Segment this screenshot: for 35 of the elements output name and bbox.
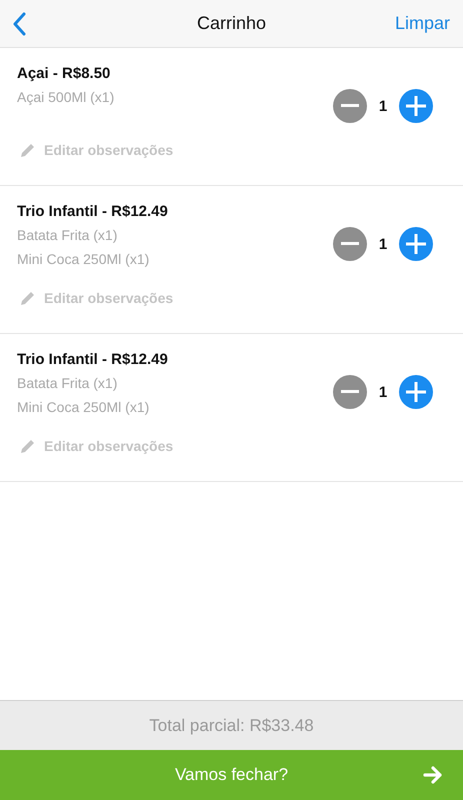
quantity: 1 (378, 98, 388, 114)
plus-icon (406, 96, 426, 116)
quantity: 1 (378, 236, 388, 252)
increase-button[interactable] (399, 89, 433, 123)
item-detail: Mini Coca 250Ml (x1) (17, 250, 150, 269)
decrease-button[interactable] (333, 89, 367, 123)
pencil-icon (20, 142, 36, 158)
edit-notes-button[interactable]: Editar observações (17, 434, 174, 458)
item-detail: Batata Frita (x1) (17, 226, 118, 245)
arrow-right-icon (423, 766, 443, 784)
checkout-button[interactable]: Vamos fechar? (0, 750, 463, 800)
pencil-icon (20, 290, 36, 306)
plus-icon (406, 234, 426, 254)
increase-button[interactable] (399, 375, 433, 409)
plus-icon (406, 382, 426, 402)
minus-icon (341, 104, 359, 108)
item-title: Açai - R$8.50 (17, 64, 112, 84)
item-title: Trio Infantil - R$12.49 (17, 350, 168, 370)
subtotal-text: Total parcial: R$33.48 (149, 716, 314, 736)
quantity: 1 (378, 384, 388, 400)
clear-button[interactable]: Limpar (394, 13, 450, 34)
screen-title: Carrinho (196, 13, 268, 34)
edit-notes-button[interactable]: Editar observações (17, 138, 174, 162)
decrease-button[interactable] (333, 375, 367, 409)
increase-button[interactable] (399, 227, 433, 261)
item-detail: Açai 500Ml (x1) (17, 88, 114, 107)
edit-notes-button[interactable]: Editar observações (17, 286, 174, 310)
item-detail: Mini Coca 250Ml (x1) (17, 398, 150, 417)
chevron-left-icon (12, 12, 26, 36)
item-title: Trio Infantil - R$12.49 (17, 202, 168, 222)
pencil-icon (20, 438, 36, 454)
decrease-button[interactable] (333, 227, 367, 261)
minus-icon (341, 242, 359, 246)
item-detail: Batata Frita (x1) (17, 374, 118, 393)
minus-icon (341, 390, 359, 394)
